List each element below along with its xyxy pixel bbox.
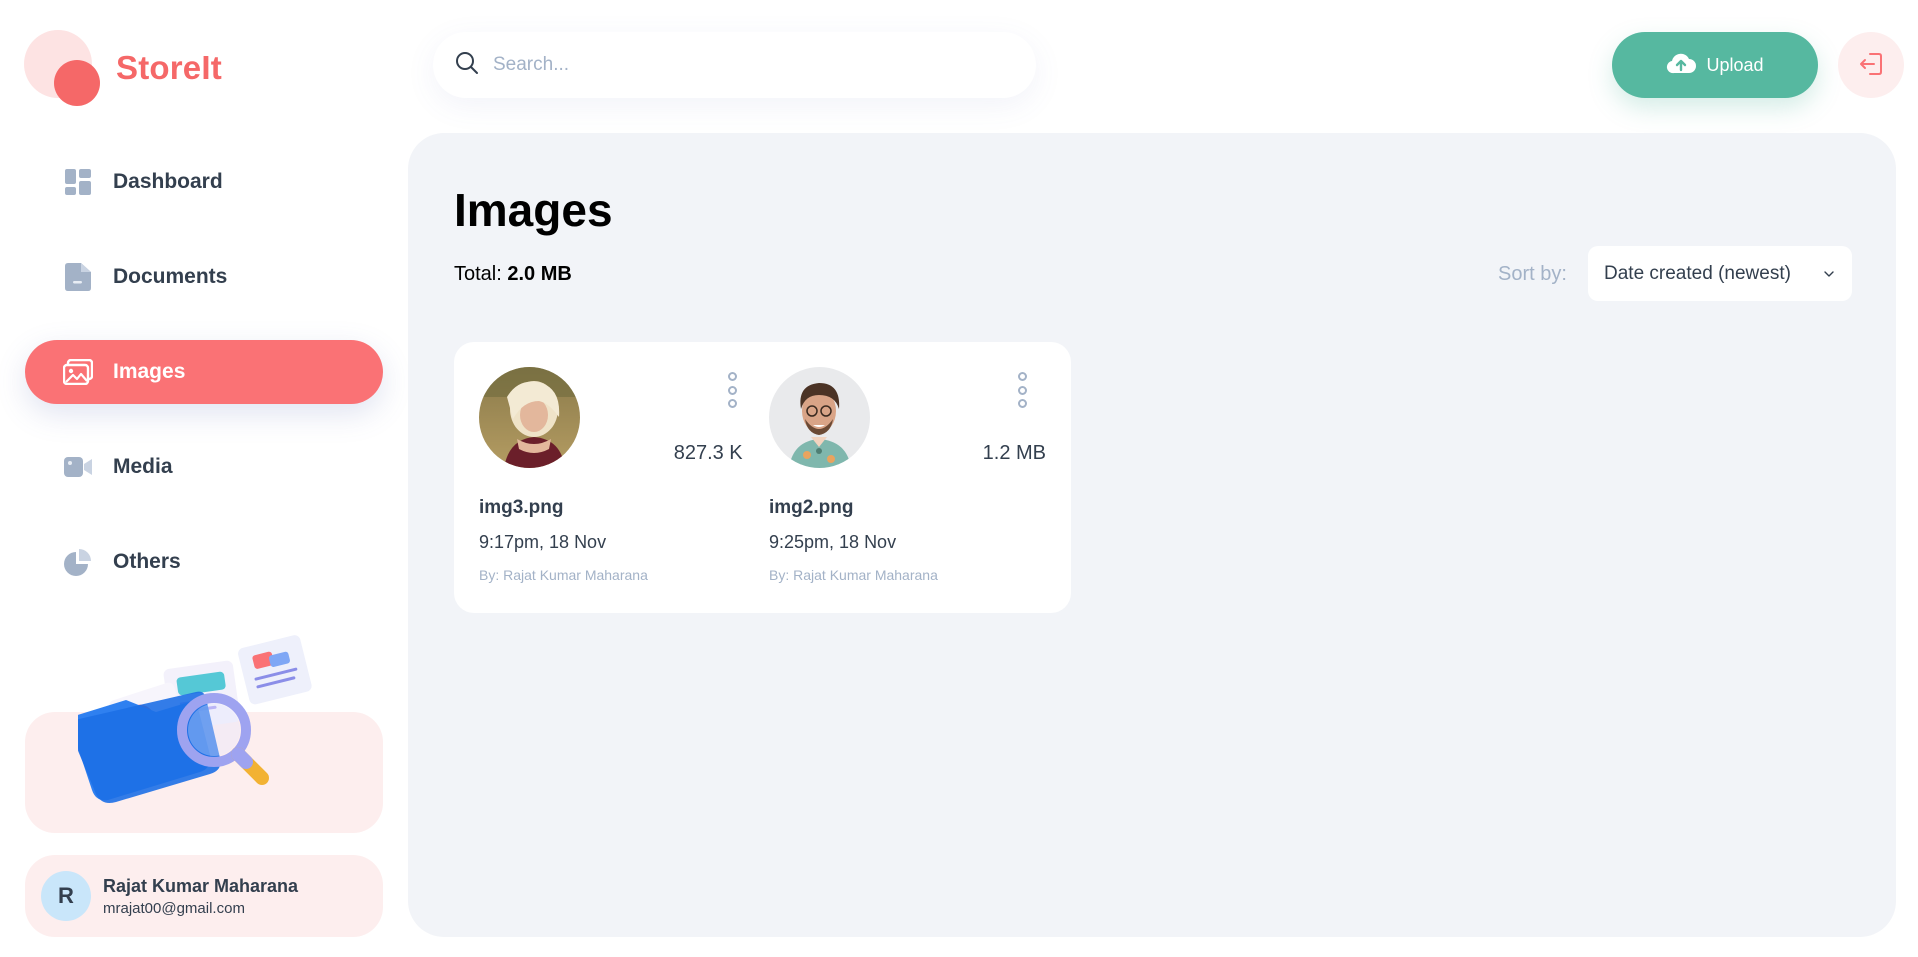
pie-chart-icon (63, 547, 93, 577)
user-card[interactable]: R Rajat Kumar Maharana mrajat00@gmail.co… (25, 855, 383, 937)
logout-icon (1858, 51, 1884, 80)
sidebar-item-label: Images (113, 360, 186, 383)
file-owner: By: Rajat Kumar Maharana (769, 567, 938, 583)
documents-icon (63, 262, 93, 292)
total-value: 2.0 MB (507, 263, 572, 285)
file-date: 9:25pm, 18 Nov (769, 532, 897, 552)
sidebar-item-others[interactable]: Others (25, 530, 383, 594)
woman-portrait-photo[interactable] (479, 367, 580, 468)
video-icon (63, 452, 93, 482)
app-name: StoreIt (116, 49, 222, 86)
man-portrait-photo[interactable] (769, 367, 870, 468)
file-name[interactable]: img3.png (479, 497, 563, 519)
logo-icon (24, 30, 104, 106)
more-options-icon[interactable] (1016, 372, 1028, 408)
user-info: Rajat Kumar Maharana mrajat00@gmail.com (103, 876, 298, 917)
images-icon (63, 357, 93, 387)
sidebar-item-label: Documents (113, 265, 228, 288)
dashboard-icon (63, 167, 93, 197)
folder-search-illustration (66, 630, 338, 810)
more-options-icon[interactable] (726, 372, 738, 408)
sidebar-nav: Dashboard Documents Images Media Others (25, 150, 383, 625)
total-label: Total: (454, 263, 502, 285)
sidebar-item-images[interactable]: Images (25, 340, 383, 404)
search-bar[interactable] (433, 32, 1036, 98)
sidebar: StoreIt Dashboard Documents Images Media (0, 0, 400, 957)
sort-dropdown[interactable]: Date created (newest) (1588, 246, 1852, 301)
upload-label: Upload (1706, 54, 1764, 75)
main-panel: Images Total: 2.0 MB Sort by: Date creat… (408, 133, 1896, 937)
file-date: 9:17pm, 18 Nov (479, 532, 607, 552)
app-logo[interactable]: StoreIt (24, 30, 222, 106)
file-card[interactable]: 827.3 KB img3.png 9:17pm, 18 Nov By: Raj… (454, 342, 781, 613)
file-owner: By: Rajat Kumar Maharana (479, 567, 648, 583)
user-name: Rajat Kumar Maharana (103, 875, 299, 896)
sidebar-item-label: Media (113, 455, 173, 478)
sidebar-item-media[interactable]: Media (25, 435, 383, 499)
total-size: Total: 2.0 MB (454, 263, 572, 286)
cloud-upload-icon (1666, 52, 1697, 79)
user-email: mrajat00@gmail.com (103, 899, 245, 917)
file-card[interactable]: 1.2 MB img2.png 9:25pm, 18 Nov By: Rajat… (744, 342, 1071, 613)
search-input[interactable] (493, 54, 973, 76)
sidebar-item-label: Dashboard (113, 170, 223, 193)
sidebar-item-label: Others (113, 550, 181, 573)
page-title: Images (454, 184, 613, 236)
file-size: 1.2 MB (982, 442, 1046, 464)
file-name[interactable]: img2.png (769, 497, 853, 519)
sort-label: Sort by: (1498, 263, 1567, 285)
sidebar-item-dashboard[interactable]: Dashboard (25, 150, 383, 214)
avatar: R (41, 871, 91, 921)
sort-value: Date created (newest) (1604, 262, 1791, 284)
upload-button[interactable]: Upload (1612, 32, 1818, 98)
logout-button[interactable] (1838, 32, 1904, 98)
chevron-down-icon (1822, 265, 1836, 287)
sidebar-item-documents[interactable]: Documents (25, 245, 383, 309)
search-icon (455, 51, 479, 80)
